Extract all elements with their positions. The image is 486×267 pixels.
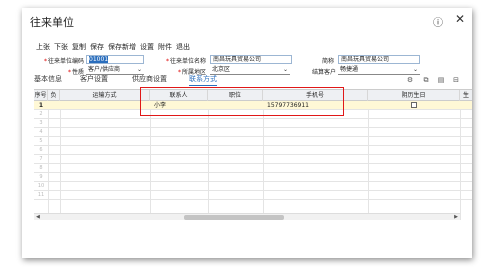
scroll-left-icon[interactable]: ◀ (36, 214, 40, 221)
row-number: 7 (39, 156, 43, 162)
settle-select[interactable]: 畅捷通 ⌄ (338, 66, 420, 75)
table-row[interactable]: 10 (34, 182, 472, 191)
code-input[interactable]: 01001 (86, 55, 144, 64)
tab-contact[interactable]: 联系方式 (189, 74, 217, 86)
column-header-index[interactable]: 序号 (34, 90, 48, 101)
toolbar-copy-button[interactable]: 复制 (72, 42, 86, 54)
row-number: 4 (39, 129, 43, 135)
table-row[interactable]: 5 (34, 137, 472, 146)
settle-label: 结算客户 (311, 69, 336, 76)
tab-supplier-settings[interactable]: 供应商设置 (132, 74, 167, 84)
row-number: 5 (39, 138, 43, 144)
row-number: 6 (39, 147, 43, 153)
tab-customer-settings[interactable]: 客户设置 (80, 74, 108, 84)
scroll-thumb[interactable] (184, 215, 284, 220)
row-number: 10 (37, 183, 45, 189)
chevron-down-icon: ⌄ (136, 66, 142, 73)
settings-icon[interactable]: ⚙ (406, 76, 414, 84)
table-row[interactable]: 9 (34, 173, 472, 182)
table-row[interactable]: 11 (34, 191, 472, 200)
toolbar-save-button[interactable]: 保存 (90, 42, 104, 54)
horizontal-scrollbar[interactable]: ◀ ▶ (34, 213, 460, 220)
toolbar-next-button[interactable]: 下张 (54, 42, 68, 54)
toolbar-exit-button[interactable]: 退出 (176, 42, 190, 54)
tab-basic-info[interactable]: 基本信息 (34, 74, 62, 84)
toolbar: 上张 下张 复制 保存 保存新增 设置 附件 退出 (36, 42, 194, 54)
region-select[interactable]: 北京区 ⌄ (210, 66, 290, 75)
table-row[interactable]: 7 (34, 155, 472, 164)
table-row[interactable]: 3 (34, 119, 472, 128)
code-label: *往来单位编码 (43, 58, 84, 65)
column-header-flag[interactable]: 负 (48, 90, 60, 101)
title-bar: 往来单位 ⓘ ✕ (22, 8, 472, 36)
column-header-birthday[interactable]: 生 (460, 90, 472, 101)
table-row[interactable]: 8 (34, 164, 472, 173)
copy-icon[interactable]: ⧉ (422, 76, 430, 84)
dialog-window: 往来单位 ⓘ ✕ 上张 下张 复制 保存 保存新增 设置 附件 退出 *往来单位… (22, 8, 472, 258)
row-number: 2 (39, 111, 43, 117)
short-name-input[interactable]: 南昌玩具贸易公司 (338, 55, 420, 64)
column-header-transport[interactable]: 运输方式 (60, 90, 150, 101)
table-row[interactable]: 4 (34, 128, 472, 137)
toolbar-save-new-button[interactable]: 保存新增 (108, 42, 136, 54)
chevron-down-icon: ⌄ (282, 66, 288, 73)
toolbar-prev-button[interactable]: 上张 (36, 42, 50, 54)
row-number: 8 (39, 165, 43, 171)
name-label: *往来单位名称 (165, 58, 206, 65)
chevron-down-icon: ⌄ (412, 66, 418, 73)
lunar-birthday-checkbox[interactable] (411, 102, 417, 108)
row-number: 3 (39, 120, 43, 126)
help-circle-icon[interactable]: ⓘ (433, 14, 443, 29)
row-index: 1 (38, 102, 44, 109)
toolbar-attachment-button[interactable]: 附件 (158, 42, 172, 54)
window-title: 往来单位 (30, 16, 74, 29)
highlight-box (140, 87, 344, 116)
name-input[interactable]: 南昌玩具贸易公司 (210, 55, 292, 64)
delete-row-icon[interactable]: ⊟ (452, 76, 460, 84)
column-header-lunar-birthday[interactable]: 阴历生日 (368, 90, 460, 101)
toolbar-settings-button[interactable]: 设置 (140, 42, 154, 54)
paste-icon[interactable]: ▤ (437, 76, 445, 84)
scroll-right-icon[interactable]: ▶ (454, 214, 458, 221)
table-row[interactable]: 6 (34, 146, 472, 155)
row-number: 11 (37, 192, 45, 198)
short-label: 简称 (321, 58, 334, 65)
close-icon[interactable]: ✕ (455, 12, 465, 26)
row-number: 9 (39, 174, 43, 180)
